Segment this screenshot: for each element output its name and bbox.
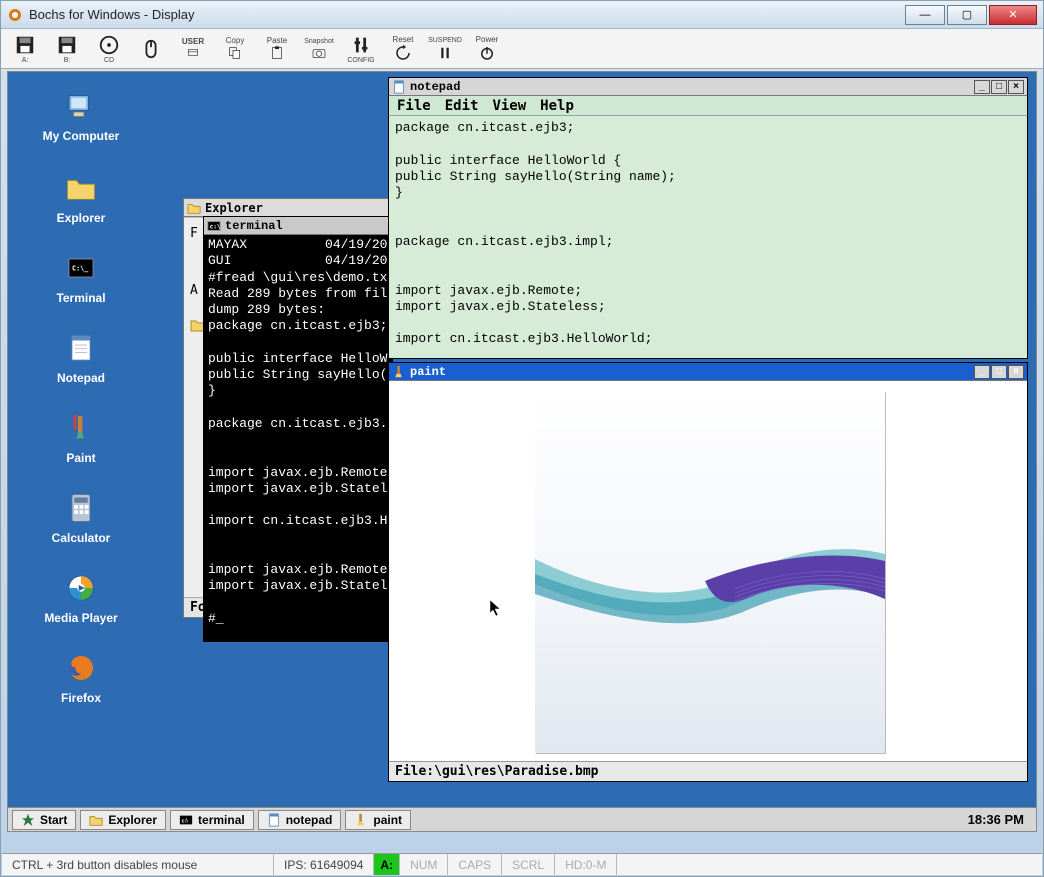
task-paint[interactable]: paint [345, 810, 411, 830]
tb-mouse[interactable] [133, 31, 169, 67]
cursor-icon [489, 599, 503, 617]
close-button[interactable]: ✕ [989, 5, 1037, 25]
terminal-output: MAYAX 04/19/201 GUI 04/19/201 #fread \gu… [204, 235, 392, 641]
menu-help[interactable]: Help [540, 98, 574, 114]
tb-cdrom[interactable]: CD [91, 31, 127, 67]
host-statusbar: CTRL + 3rd button disables mouse IPS: 61… [2, 853, 1042, 875]
notepad-window[interactable]: notepad _ □ × File Edit View Help packag… [388, 77, 1028, 359]
menu-edit[interactable]: Edit [445, 98, 479, 114]
guest-desktop[interactable]: My Computer Explorer C:\_ Terminal Notep… [7, 71, 1037, 832]
notepad-icon [392, 80, 406, 94]
notepad-icon [267, 813, 281, 827]
maximize-button[interactable]: ▢ [947, 5, 987, 25]
folder-icon [89, 813, 103, 827]
task-terminal[interactable]: c:\ terminal [170, 810, 254, 830]
terminal-window[interactable]: c:\ terminal MAYAX 04/19/201 GUI 04/19/2… [203, 216, 393, 642]
paint-close[interactable]: × [1008, 365, 1024, 379]
paint-icon [354, 813, 368, 827]
icon-notepad[interactable]: Notepad [36, 328, 126, 385]
guest-taskbar: Start Explorer c:\ terminal notepad pain… [8, 807, 1036, 831]
tb-user[interactable]: USER [175, 31, 211, 67]
task-notepad[interactable]: notepad [258, 810, 342, 830]
status-drive: A: [374, 854, 400, 875]
notepad-content[interactable]: package cn.itcast.ejb3; public interface… [389, 116, 1027, 358]
notepad-menu: File Edit View Help [389, 96, 1027, 116]
paint-status: File:\gui\res\Paradise.bmp [389, 761, 1027, 781]
paint-canvas-area[interactable] [389, 381, 1027, 761]
menu-view[interactable]: View [492, 98, 526, 114]
bochs-icon [7, 7, 23, 23]
tb-suspend[interactable]: SUSPEND [427, 31, 463, 67]
tb-reset[interactable]: Reset [385, 31, 421, 67]
tb-snapshot[interactable]: Snapshot [301, 31, 337, 67]
svg-text:C:\_: C:\_ [72, 264, 89, 272]
icon-paint[interactable]: Paint [36, 408, 126, 465]
host-title: Bochs for Windows - Display [29, 7, 903, 22]
minimize-button[interactable]: — [905, 5, 945, 25]
start-button[interactable]: Start [12, 810, 76, 830]
notepad-max[interactable]: □ [991, 80, 1007, 94]
tb-config[interactable]: CONFIG [343, 31, 379, 67]
svg-text:c:\: c:\ [182, 818, 189, 824]
icon-my-computer[interactable]: My Computer [36, 86, 126, 143]
host-titlebar[interactable]: Bochs for Windows - Display — ▢ ✕ [1, 1, 1043, 29]
notepad-close[interactable]: × [1008, 80, 1024, 94]
terminal-icon: c:\ [179, 813, 193, 827]
terminal-icon: c:\ [207, 219, 221, 233]
tb-paste[interactable]: Paste [259, 31, 295, 67]
status-mouse-hint: CTRL + 3rd button disables mouse [2, 854, 274, 875]
paint-canvas[interactable] [535, 391, 885, 753]
host-toolbar: A: B: CD USER Copy Paste Snapshot CONFIG… [1, 29, 1043, 69]
folder-icon [187, 201, 201, 215]
tb-power[interactable]: Power [469, 31, 505, 67]
paint-min[interactable]: _ [974, 365, 990, 379]
svg-text:c:\: c:\ [210, 223, 221, 230]
menu-file[interactable]: File [397, 98, 431, 114]
notepad-min[interactable]: _ [974, 80, 990, 94]
tb-floppy-b[interactable]: B: [49, 31, 85, 67]
icon-media-player[interactable]: Media Player [36, 568, 126, 625]
tb-floppy-a[interactable]: A: [7, 31, 43, 67]
host-window: Bochs for Windows - Display — ▢ ✕ A: B: … [0, 0, 1044, 877]
start-icon [21, 813, 35, 827]
paint-icon [392, 365, 406, 379]
wave-graphic [535, 519, 885, 629]
icon-firefox[interactable]: Firefox [36, 648, 126, 705]
paint-window[interactable]: paint _ □ × [388, 362, 1028, 782]
icon-explorer[interactable]: Explorer [36, 168, 126, 225]
icon-calculator[interactable]: Calculator [36, 488, 126, 545]
tb-copy[interactable]: Copy [217, 31, 253, 67]
taskbar-clock: 18:36 PM [960, 812, 1032, 827]
icon-terminal[interactable]: C:\_ Terminal [36, 248, 126, 305]
task-explorer[interactable]: Explorer [80, 810, 166, 830]
paint-max[interactable]: □ [991, 365, 1007, 379]
